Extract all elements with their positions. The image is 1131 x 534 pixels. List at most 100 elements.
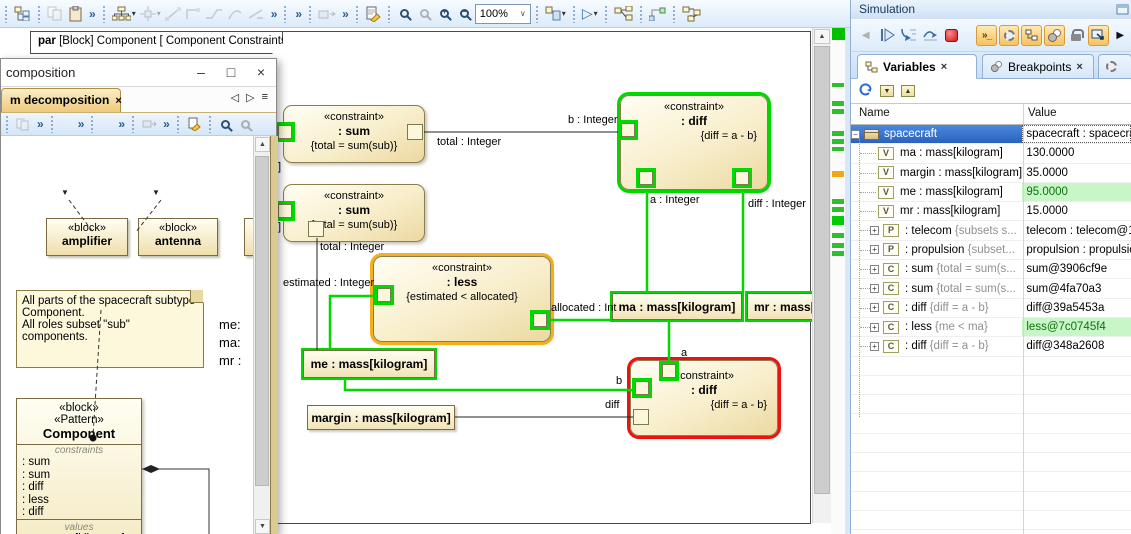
line-jump-icon[interactable]: [245, 3, 267, 25]
variable-value[interactable]: sum@4fa70a3: [1022, 279, 1131, 297]
scroll-down-icon[interactable]: ▼: [255, 519, 270, 534]
line-style-rectilinear-icon[interactable]: [183, 3, 203, 25]
variable-row-me-mass-kilogram[interactable]: V me : mass[kilogram]95.0000: [851, 183, 1131, 202]
variable-value[interactable]: 95.0000: [1022, 183, 1131, 201]
collapse-icon[interactable]: −: [851, 130, 860, 139]
validation-marker[interactable]: [832, 139, 844, 144]
port-diff-bottom-b[interactable]: [635, 381, 649, 395]
port-less-estimated[interactable]: [377, 288, 391, 302]
variable-value[interactable]: diff@348a2608: [1022, 337, 1131, 355]
expand-icon[interactable]: +: [870, 284, 879, 293]
tab-configuration[interactable]: [1098, 54, 1131, 79]
display-paths-icon[interactable]: [647, 3, 668, 25]
run-simulation-icon[interactable]: ▷▾: [580, 3, 600, 25]
constraint-block-sum2[interactable]: «constraint» : sum {total = sum(sub)}: [283, 184, 425, 242]
toolbar-overflow-icon[interactable]: »: [85, 7, 98, 21]
toolbar-handle[interactable]: [4, 5, 9, 23]
validation-marker[interactable]: [832, 131, 844, 136]
toolbar-handle[interactable]: [308, 5, 313, 23]
expand-icon[interactable]: +: [870, 303, 879, 312]
toolbar-handle[interactable]: [672, 5, 677, 23]
expand-all-icon[interactable]: ▼: [880, 85, 894, 97]
validation-marker[interactable]: [832, 83, 844, 87]
expand-icon[interactable]: +: [870, 226, 879, 235]
toolbar-handle[interactable]: [283, 5, 288, 23]
validation-marker[interactable]: [832, 216, 844, 225]
copy-icon[interactable]: [13, 113, 33, 135]
line-style-diagonal-icon[interactable]: [163, 3, 183, 25]
zoom-level-select[interactable]: 100%∨: [475, 4, 531, 24]
nav-forward-icon[interactable]: ▷: [246, 91, 254, 104]
constraint-block-diff-bottom[interactable]: «constraint» : diff {diff = a - b}: [630, 360, 778, 436]
toolbar-handle[interactable]: [572, 5, 577, 23]
tab-variables[interactable]: Variables ×: [857, 54, 977, 79]
validation-marker[interactable]: [832, 233, 844, 238]
tab-close-icon[interactable]: ×: [1076, 61, 1082, 73]
maximize-button[interactable]: □: [216, 62, 246, 84]
refresh-icon[interactable]: [858, 82, 873, 100]
toolbar-handle[interactable]: [5, 115, 10, 133]
tab-list-icon[interactable]: ≡: [262, 91, 268, 104]
resize-shape-icon[interactable]: [139, 113, 159, 135]
nav-back-icon[interactable]: ◁: [231, 91, 239, 104]
minimize-button[interactable]: –: [186, 62, 216, 84]
tab-close-icon[interactable]: ×: [115, 95, 121, 107]
variable-row-mr-mass-kilogram[interactable]: V mr : mass[kilogram]15.0000: [851, 202, 1131, 221]
validation-marker[interactable]: [832, 243, 844, 248]
port-diff-top-a[interactable]: [639, 171, 653, 185]
validation-marker[interactable]: [832, 147, 844, 151]
toolbar-overflow-icon[interactable]: »: [114, 117, 127, 131]
step-into-icon[interactable]: [899, 25, 918, 46]
window-resize-edge[interactable]: [270, 136, 278, 534]
close-button[interactable]: ×: [246, 62, 276, 84]
zoom-region-icon[interactable]: [216, 113, 236, 135]
toolbar-handle[interactable]: [131, 115, 136, 133]
toolbar-handle[interactable]: [176, 115, 181, 133]
toolbar-more-icon[interactable]: ▶: [1111, 25, 1130, 46]
toolbar-overflow-icon[interactable]: »: [74, 117, 87, 131]
variable-value[interactable]: less@7c0745f4: [1022, 318, 1131, 336]
float-panel-icon[interactable]: [1116, 4, 1129, 15]
step-back-icon[interactable]: ◀: [856, 25, 875, 46]
variable-value[interactable]: telecom : telecom@17: [1022, 221, 1131, 239]
variable-row-sum[interactable]: + C : sum {total = sum(s...sum@4fa70a3: [851, 279, 1131, 298]
expand-icon[interactable]: +: [870, 342, 879, 351]
toolbar-handle[interactable]: [604, 5, 609, 23]
containment-tree-icon[interactable]: [12, 3, 33, 25]
variable-row-diff[interactable]: + C : diff {diff = a - b}diff@39a5453a: [851, 299, 1131, 318]
port-diff-top-b[interactable]: [621, 123, 635, 137]
part-ma[interactable]: ma : mass[kilogram]: [612, 293, 742, 320]
collapse-all-icon[interactable]: ▲: [901, 85, 915, 97]
toolbar-handle[interactable]: [90, 115, 95, 133]
block-amplifier[interactable]: «block» amplifier: [46, 218, 128, 256]
stop-icon[interactable]: [942, 25, 961, 46]
line-style-oblique-icon[interactable]: [203, 3, 225, 25]
validation-marker[interactable]: [832, 171, 844, 177]
toolbar-overflow-icon[interactable]: »: [338, 7, 351, 21]
diagram-vertical-scrollbar[interactable]: ▲: [812, 28, 831, 523]
toolbar-handle[interactable]: [355, 5, 360, 23]
column-header-value[interactable]: Value: [1028, 107, 1057, 119]
paste-icon[interactable]: [65, 3, 85, 25]
toolbar-overflow-icon[interactable]: »: [291, 7, 304, 21]
resize-shape-icon[interactable]: [316, 3, 338, 25]
tab-close-icon[interactable]: ×: [941, 61, 947, 73]
lock-icon[interactable]: [1067, 25, 1086, 46]
validation-marker[interactable]: [832, 251, 844, 256]
toolbar-handle[interactable]: [208, 115, 213, 133]
variable-value[interactable]: sum@3906cf9e: [1022, 260, 1131, 278]
scroll-up-icon[interactable]: ▲: [255, 137, 270, 152]
validation-marker[interactable]: [832, 199, 844, 204]
related-elements-icon[interactable]: [612, 3, 635, 25]
copy-icon[interactable]: [45, 3, 65, 25]
variable-row-propulsion[interactable]: + P : propulsion {subset...propulsion : …: [851, 241, 1131, 260]
variable-value[interactable]: 35.0000: [1022, 164, 1131, 182]
variable-value[interactable]: spacecraft : spacecra: [1022, 125, 1131, 143]
validate-icon[interactable]: [363, 3, 383, 25]
console-toggle-icon[interactable]: »_: [976, 25, 997, 46]
variable-row-ma-mass-kilogram[interactable]: V ma : mass[kilogram]130.0000: [851, 144, 1131, 163]
column-divider[interactable]: [1023, 125, 1024, 534]
simulation-panel-title[interactable]: Simulation: [851, 0, 1131, 19]
comment-note[interactable]: All parts of the spacecraft subtypeCompo…: [16, 290, 204, 368]
expand-icon[interactable]: +: [870, 265, 879, 274]
